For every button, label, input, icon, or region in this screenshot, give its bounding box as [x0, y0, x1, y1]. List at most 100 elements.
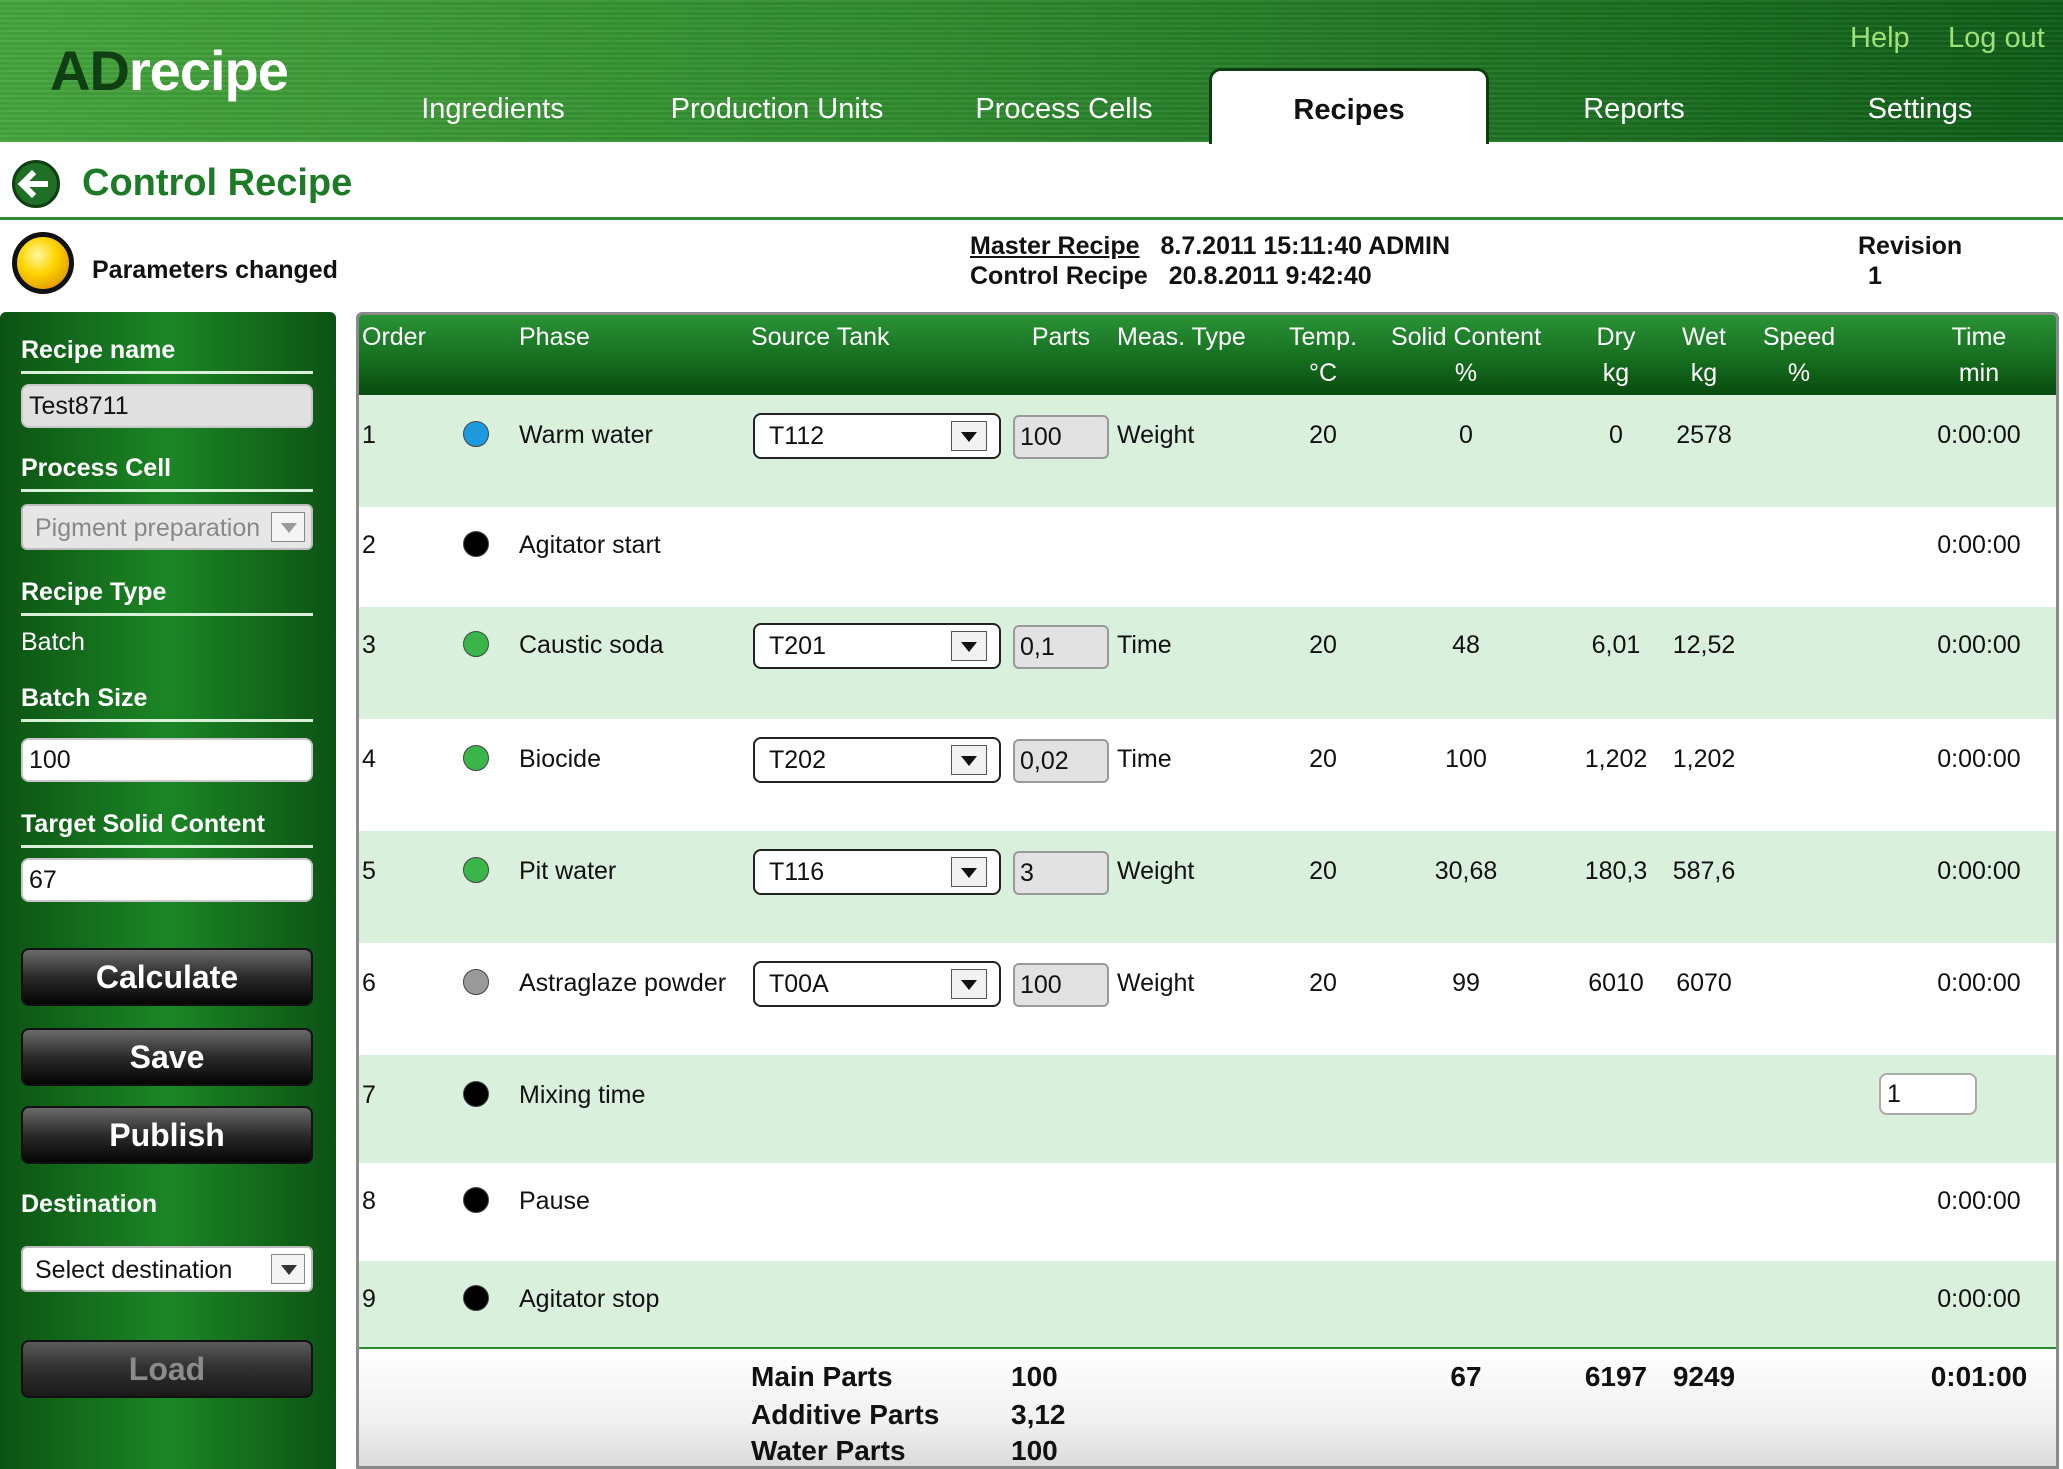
additive-parts-value: 3,12	[1011, 1399, 1066, 1430]
water-parts-label: Water Parts	[751, 1435, 906, 1466]
recipe-type-label: Recipe Type	[21, 578, 313, 616]
table-row: 3 Caustic soda T201 0,1 Time 20 48 6,01 …	[359, 607, 2056, 719]
table-row: 1 Warm water T112 100 Weight 20 0 0 2578…	[359, 395, 2056, 507]
table-row: 4 Biocide T202 0,02 Time 20 100 1,202 1,…	[359, 719, 2056, 831]
solid-total: 67	[1450, 1361, 1482, 1392]
tab-recipes[interactable]: Recipes	[1209, 68, 1489, 144]
phase-status-icon	[463, 857, 489, 883]
source-tank-select[interactable]: T112	[753, 413, 1001, 459]
table-totals: Main Parts 100 Additive Parts 3,12 Water…	[359, 1347, 2056, 1466]
col-solid-unit: %	[1454, 359, 1478, 387]
save-button[interactable]: Save	[21, 1028, 313, 1086]
table-row: 8 Pause 0:00:00	[362, 1187, 2021, 1215]
help-link[interactable]: Help	[1850, 22, 1910, 55]
col-meas-type: Meas. Type	[1117, 323, 1246, 351]
back-arrow-icon[interactable]	[12, 160, 60, 208]
revision-label: Revision	[1858, 232, 1963, 260]
phase-status-icon	[463, 1285, 489, 1311]
recipe-type-value: Batch	[21, 628, 85, 656]
col-order: Order	[362, 323, 426, 351]
time-total: 0:01:00	[1930, 1361, 2028, 1392]
col-temp-unit: °C	[1308, 359, 1338, 387]
calculate-button[interactable]: Calculate	[21, 948, 313, 1006]
main-parts-label: Main Parts	[751, 1361, 893, 1392]
parts-field[interactable]: 100	[1013, 415, 1109, 459]
chevron-down-icon	[951, 745, 987, 775]
destination-label: Destination	[21, 1190, 158, 1218]
app-header: ADrecipe Help Log out Ingredients Produc…	[0, 0, 2063, 144]
additive-parts-label: Additive Parts	[751, 1399, 940, 1430]
table-row: 6 Astraglaze powder T00A 100 Weight 20 9…	[359, 943, 2056, 1055]
title-bar: Control Recipe	[0, 150, 2063, 220]
source-tank-select[interactable]: T202	[753, 737, 1001, 783]
recipe-sidebar: Recipe name Test8711 Process Cell Pigmen…	[0, 312, 336, 1469]
tab-settings[interactable]: Settings	[1780, 70, 2060, 142]
chevron-down-icon	[951, 857, 987, 887]
source-tank-select[interactable]: T201	[753, 623, 1001, 669]
col-solid-content: Solid Content	[1390, 323, 1542, 351]
table-row: 5 Pit water T116 3 Weight 20 30,68 180,3…	[359, 831, 2056, 943]
tab-ingredients[interactable]: Ingredients	[353, 70, 633, 142]
destination-select[interactable]: Select destination	[21, 1246, 313, 1292]
phase-status-icon	[463, 421, 489, 447]
phase-table: Order Phase Source Tank Parts Meas. Type…	[356, 312, 2059, 1469]
parts-field[interactable]: 0,1	[1013, 625, 1109, 669]
recipe-name-field[interactable]: Test8711	[21, 384, 313, 428]
phase-status-icon	[463, 531, 489, 557]
col-phase: Phase	[519, 323, 590, 351]
phase-status-icon	[463, 631, 489, 657]
app-logo: ADrecipe	[50, 39, 289, 102]
col-speed: Speed	[1762, 323, 1836, 351]
phase-status-icon	[463, 1081, 489, 1107]
phase-status-icon	[463, 969, 489, 995]
chevron-down-icon	[271, 1254, 305, 1284]
table-row: 7 Mixing time 1	[359, 1055, 2056, 1163]
parts-field[interactable]: 0,02	[1013, 739, 1109, 783]
chevron-down-icon	[271, 512, 305, 542]
wet-total: 9249	[1672, 1361, 1736, 1392]
chevron-down-icon	[951, 631, 987, 661]
table-row: 9 Agitator stop 0:00:00	[359, 1261, 2056, 1347]
process-cell-label: Process Cell	[21, 454, 313, 492]
page-title: Control Recipe	[82, 162, 353, 204]
water-parts-value: 100	[1011, 1435, 1058, 1466]
status-light-icon	[12, 232, 74, 294]
revision-value: 1	[1868, 262, 1882, 290]
chevron-down-icon	[951, 969, 987, 999]
col-speed-unit: %	[1787, 359, 1811, 387]
publish-button[interactable]: Publish	[21, 1106, 313, 1164]
main-parts-value: 100	[1011, 1361, 1058, 1392]
logout-link[interactable]: Log out	[1948, 22, 2045, 55]
master-recipe-link[interactable]: Master Recipe	[970, 232, 1140, 260]
parts-field[interactable]: 3	[1013, 851, 1109, 895]
phase-status-icon	[463, 745, 489, 771]
col-parts: Parts	[1031, 323, 1091, 351]
control-recipe-info: Control Recipe 20.8.2011 9:42:40	[970, 262, 1372, 290]
col-source-tank: Source Tank	[751, 323, 890, 351]
col-time: Time	[1951, 323, 2007, 351]
tab-production-units[interactable]: Production Units	[637, 70, 917, 142]
tab-reports[interactable]: Reports	[1494, 70, 1774, 142]
col-dry-unit: kg	[1602, 359, 1630, 387]
source-tank-select[interactable]: T00A	[753, 961, 1001, 1007]
phase-status-icon	[463, 1187, 489, 1213]
load-button[interactable]: Load	[21, 1340, 313, 1398]
status-text: Parameters changed	[92, 256, 338, 284]
col-dry: Dry	[1596, 323, 1636, 351]
target-solid-field[interactable]: 67	[21, 858, 313, 902]
batch-size-label: Batch Size	[21, 684, 313, 722]
batch-size-field[interactable]: 100	[21, 738, 313, 782]
table-header: Order Phase Source Tank Parts Meas. Type…	[359, 315, 2056, 395]
mixing-time-field[interactable]: 1	[1879, 1073, 1977, 1115]
table-row: 2 Agitator start 0:00:00	[362, 531, 2021, 559]
parts-field[interactable]: 100	[1013, 963, 1109, 1007]
target-solid-label: Target Solid Content	[21, 810, 313, 848]
chevron-down-icon	[951, 421, 987, 451]
process-cell-select[interactable]: Pigment preparation	[21, 504, 313, 550]
source-tank-select[interactable]: T116	[753, 849, 1001, 895]
col-time-unit: min	[1958, 359, 2000, 387]
col-temp: Temp.	[1288, 323, 1358, 351]
tab-process-cells[interactable]: Process Cells	[924, 70, 1204, 142]
recipe-name-label: Recipe name	[21, 336, 313, 374]
master-recipe-info: Master Recipe 8.7.2011 15:11:40 ADMIN	[970, 232, 1451, 260]
